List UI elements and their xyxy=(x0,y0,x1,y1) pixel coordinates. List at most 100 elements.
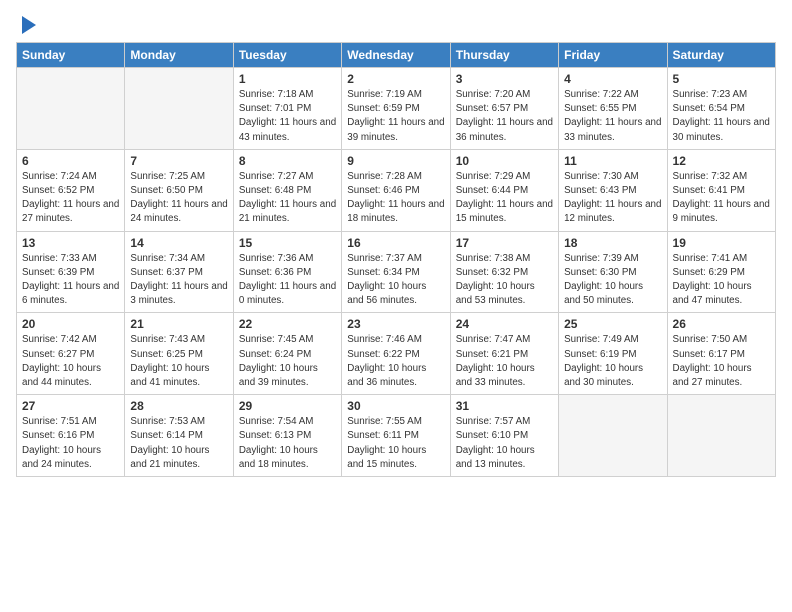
calendar-cell: 16 Sunrise: 7:37 AM Sunset: 6:34 PM Dayli… xyxy=(342,231,450,313)
day-info: Sunrise: 7:54 AM Sunset: 6:13 PM Dayligh… xyxy=(239,415,336,472)
logo-triangle-icon xyxy=(22,16,36,34)
day-number: 15 xyxy=(239,236,336,250)
day-info: Sunrise: 7:51 AM Sunset: 6:16 PM Dayligh… xyxy=(22,415,119,472)
calendar-cell: 28 Sunrise: 7:53 AM Sunset: 6:14 PM Dayli… xyxy=(125,395,233,477)
day-number: 26 xyxy=(673,317,770,331)
weekday-header: Monday xyxy=(125,43,233,68)
day-number: 24 xyxy=(456,317,553,331)
day-number: 27 xyxy=(22,399,119,413)
day-info: Sunrise: 7:45 AM Sunset: 6:24 PM Dayligh… xyxy=(239,333,336,390)
day-number: 12 xyxy=(673,154,770,168)
day-info: Sunrise: 7:22 AM Sunset: 6:55 PM Dayligh… xyxy=(564,88,661,145)
day-info: Sunrise: 7:34 AM Sunset: 6:37 PM Dayligh… xyxy=(130,252,227,309)
day-number: 1 xyxy=(239,72,336,86)
day-info: Sunrise: 7:47 AM Sunset: 6:21 PM Dayligh… xyxy=(456,333,553,390)
day-info: Sunrise: 7:19 AM Sunset: 6:59 PM Dayligh… xyxy=(347,88,444,145)
day-number: 18 xyxy=(564,236,661,250)
calendar-cell: 26 Sunrise: 7:50 AM Sunset: 6:17 PM Dayli… xyxy=(667,313,775,395)
day-info: Sunrise: 7:30 AM Sunset: 6:43 PM Dayligh… xyxy=(564,170,661,227)
day-number: 16 xyxy=(347,236,444,250)
day-info: Sunrise: 7:43 AM Sunset: 6:25 PM Dayligh… xyxy=(130,333,227,390)
day-number: 23 xyxy=(347,317,444,331)
day-info: Sunrise: 7:57 AM Sunset: 6:10 PM Dayligh… xyxy=(456,415,553,472)
calendar-cell: 12 Sunrise: 7:32 AM Sunset: 6:41 PM Dayli… xyxy=(667,149,775,231)
day-number: 6 xyxy=(22,154,119,168)
day-info: Sunrise: 7:50 AM Sunset: 6:17 PM Dayligh… xyxy=(673,333,770,390)
calendar-cell: 27 Sunrise: 7:51 AM Sunset: 6:16 PM Dayli… xyxy=(17,395,125,477)
day-number: 11 xyxy=(564,154,661,168)
calendar-cell: 29 Sunrise: 7:54 AM Sunset: 6:13 PM Dayli… xyxy=(233,395,341,477)
day-info: Sunrise: 7:42 AM Sunset: 6:27 PM Dayligh… xyxy=(22,333,119,390)
day-info: Sunrise: 7:53 AM Sunset: 6:14 PM Dayligh… xyxy=(130,415,227,472)
calendar-cell xyxy=(667,395,775,477)
calendar-cell: 31 Sunrise: 7:57 AM Sunset: 6:10 PM Dayli… xyxy=(450,395,558,477)
calendar-cell: 1Sunrise: 7:18 AM Sunset: 7:01 PM Daylig… xyxy=(233,68,341,150)
day-info: Sunrise: 7:49 AM Sunset: 6:19 PM Dayligh… xyxy=(564,333,661,390)
day-info: Sunrise: 7:37 AM Sunset: 6:34 PM Dayligh… xyxy=(347,252,444,309)
day-number: 10 xyxy=(456,154,553,168)
weekday-header: Sunday xyxy=(17,43,125,68)
calendar-cell: 14 Sunrise: 7:34 AM Sunset: 6:37 PM Dayli… xyxy=(125,231,233,313)
calendar-cell: 4 Sunrise: 7:22 AM Sunset: 6:55 PM Daylig… xyxy=(559,68,667,150)
day-number: 21 xyxy=(130,317,227,331)
header xyxy=(16,16,776,34)
day-info: Sunrise: 7:28 AM Sunset: 6:46 PM Dayligh… xyxy=(347,170,444,227)
calendar-cell: 8 Sunrise: 7:27 AM Sunset: 6:48 PM Daylig… xyxy=(233,149,341,231)
weekday-header: Thursday xyxy=(450,43,558,68)
day-number: 20 xyxy=(22,317,119,331)
calendar-cell: 5Sunrise: 7:23 AM Sunset: 6:54 PM Daylig… xyxy=(667,68,775,150)
day-number: 14 xyxy=(130,236,227,250)
weekday-header: Friday xyxy=(559,43,667,68)
calendar-cell: 22 Sunrise: 7:45 AM Sunset: 6:24 PM Dayli… xyxy=(233,313,341,395)
calendar-week-row: 13 Sunrise: 7:33 AM Sunset: 6:39 PM Dayli… xyxy=(17,231,776,313)
day-number: 8 xyxy=(239,154,336,168)
calendar-cell: 24 Sunrise: 7:47 AM Sunset: 6:21 PM Dayli… xyxy=(450,313,558,395)
weekday-header: Saturday xyxy=(667,43,775,68)
day-number: 5 xyxy=(673,72,770,86)
day-info: Sunrise: 7:36 AM Sunset: 6:36 PM Dayligh… xyxy=(239,252,336,309)
day-info: Sunrise: 7:39 AM Sunset: 6:30 PM Dayligh… xyxy=(564,252,661,309)
day-info: Sunrise: 7:33 AM Sunset: 6:39 PM Dayligh… xyxy=(22,252,119,309)
calendar-cell: 19Sunrise: 7:41 AM Sunset: 6:29 PM Dayli… xyxy=(667,231,775,313)
calendar-week-row: 27 Sunrise: 7:51 AM Sunset: 6:16 PM Dayli… xyxy=(17,395,776,477)
day-info: Sunrise: 7:32 AM Sunset: 6:41 PM Dayligh… xyxy=(673,170,770,227)
calendar-cell: 18 Sunrise: 7:39 AM Sunset: 6:30 PM Dayli… xyxy=(559,231,667,313)
day-info: Sunrise: 7:27 AM Sunset: 6:48 PM Dayligh… xyxy=(239,170,336,227)
weekday-header: Tuesday xyxy=(233,43,341,68)
day-info: Sunrise: 7:29 AM Sunset: 6:44 PM Dayligh… xyxy=(456,170,553,227)
weekday-header: Wednesday xyxy=(342,43,450,68)
day-info: Sunrise: 7:46 AM Sunset: 6:22 PM Dayligh… xyxy=(347,333,444,390)
day-number: 28 xyxy=(130,399,227,413)
day-number: 17 xyxy=(456,236,553,250)
calendar-cell: 11 Sunrise: 7:30 AM Sunset: 6:43 PM Dayli… xyxy=(559,149,667,231)
day-number: 29 xyxy=(239,399,336,413)
day-number: 13 xyxy=(22,236,119,250)
day-number: 30 xyxy=(347,399,444,413)
day-number: 4 xyxy=(564,72,661,86)
page: SundayMondayTuesdayWednesdayThursdayFrid… xyxy=(0,0,792,487)
day-info: Sunrise: 7:20 AM Sunset: 6:57 PM Dayligh… xyxy=(456,88,553,145)
calendar-week-row: 1Sunrise: 7:18 AM Sunset: 7:01 PM Daylig… xyxy=(17,68,776,150)
calendar-cell: 3 Sunrise: 7:20 AM Sunset: 6:57 PM Daylig… xyxy=(450,68,558,150)
logo xyxy=(16,16,36,34)
calendar-cell: 10 Sunrise: 7:29 AM Sunset: 6:44 PM Dayli… xyxy=(450,149,558,231)
day-number: 7 xyxy=(130,154,227,168)
day-number: 3 xyxy=(456,72,553,86)
day-number: 9 xyxy=(347,154,444,168)
day-number: 2 xyxy=(347,72,444,86)
day-number: 31 xyxy=(456,399,553,413)
day-number: 22 xyxy=(239,317,336,331)
calendar-cell: 15 Sunrise: 7:36 AM Sunset: 6:36 PM Dayli… xyxy=(233,231,341,313)
calendar-cell: 6 Sunrise: 7:24 AM Sunset: 6:52 PM Daylig… xyxy=(17,149,125,231)
calendar-cell: 2 Sunrise: 7:19 AM Sunset: 6:59 PM Daylig… xyxy=(342,68,450,150)
calendar-cell xyxy=(559,395,667,477)
day-info: Sunrise: 7:24 AM Sunset: 6:52 PM Dayligh… xyxy=(22,170,119,227)
calendar-cell xyxy=(125,68,233,150)
calendar-cell: 13 Sunrise: 7:33 AM Sunset: 6:39 PM Dayli… xyxy=(17,231,125,313)
day-info: Sunrise: 7:55 AM Sunset: 6:11 PM Dayligh… xyxy=(347,415,444,472)
day-number: 19 xyxy=(673,236,770,250)
calendar-cell: 21 Sunrise: 7:43 AM Sunset: 6:25 PM Dayli… xyxy=(125,313,233,395)
day-info: Sunrise: 7:38 AM Sunset: 6:32 PM Dayligh… xyxy=(456,252,553,309)
calendar-cell: 25Sunrise: 7:49 AM Sunset: 6:19 PM Dayli… xyxy=(559,313,667,395)
calendar-cell: 17 Sunrise: 7:38 AM Sunset: 6:32 PM Dayli… xyxy=(450,231,558,313)
